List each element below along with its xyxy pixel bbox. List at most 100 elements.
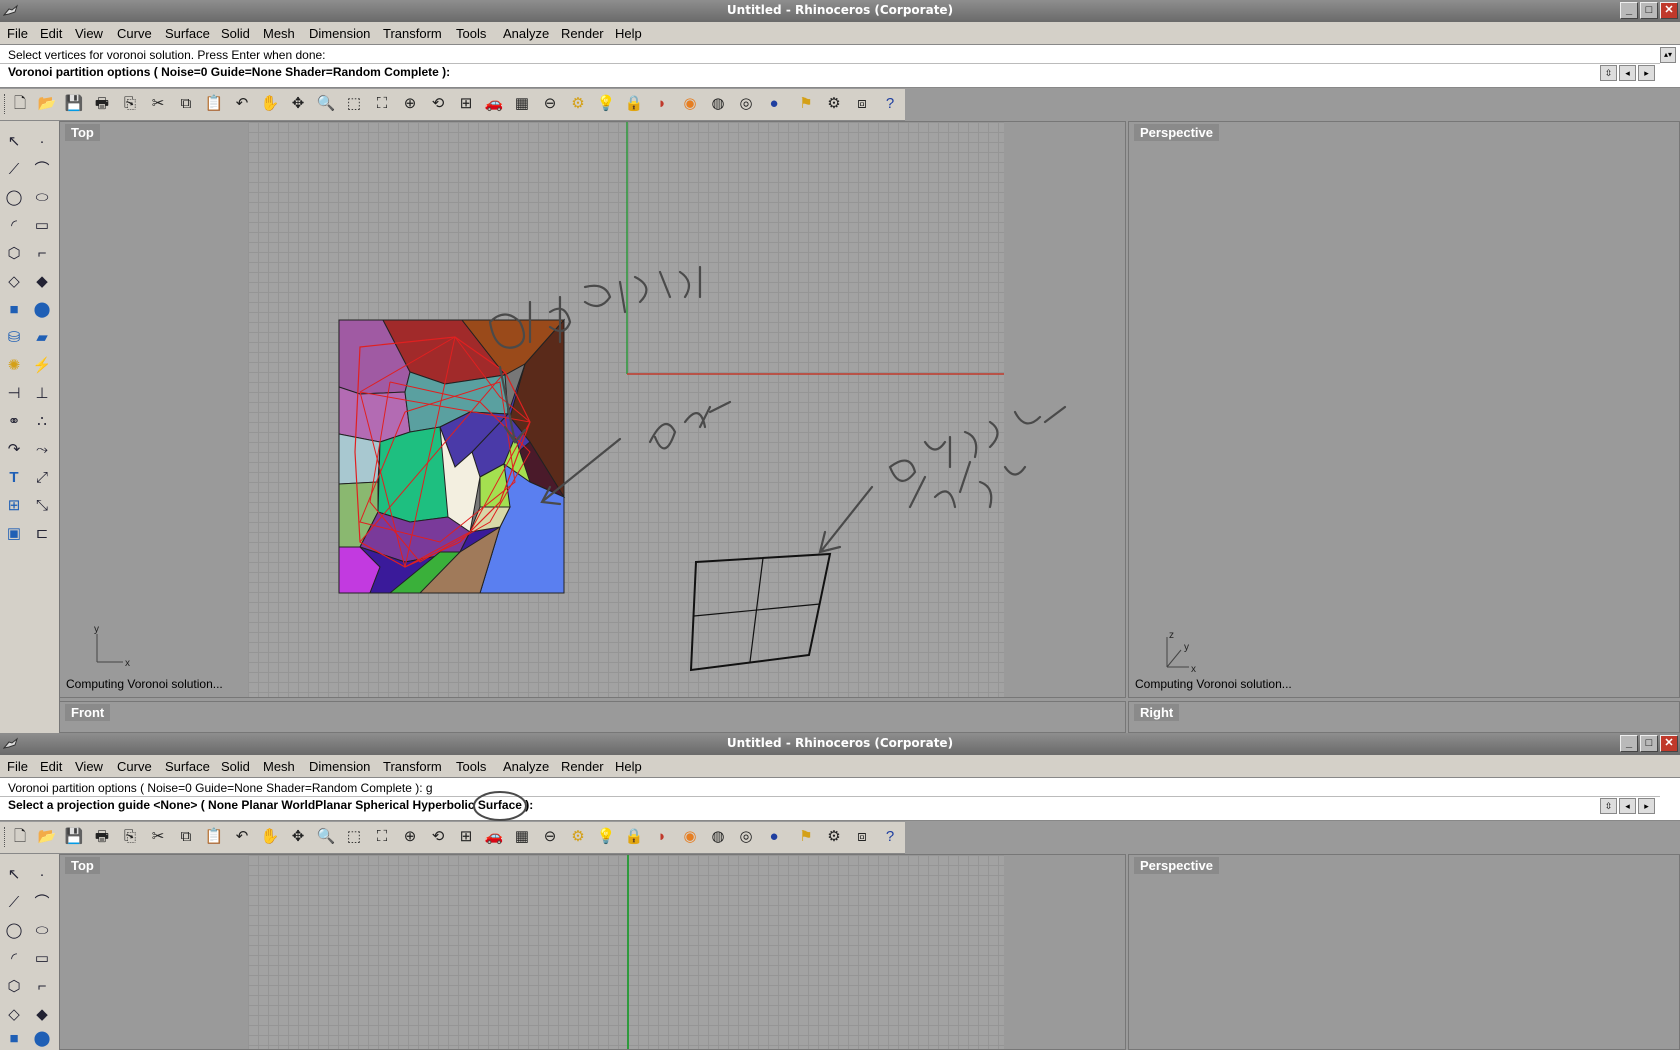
- zoom-selected-icon[interactable]: ⊕: [399, 93, 421, 115]
- command-scroll-button[interactable]: ⇳: [1600, 798, 1617, 814]
- fillet-icon[interactable]: ⌐: [31, 976, 53, 998]
- polyline-icon[interactable]: ⟋: [3, 159, 25, 181]
- rectangle-icon[interactable]: ▭: [31, 215, 53, 237]
- new-icon[interactable]: 🗋: [9, 826, 31, 848]
- point-icon[interactable]: ·: [31, 864, 53, 886]
- viewport-label-right[interactable]: Right: [1134, 704, 1180, 721]
- command-prompt[interactable]: Voronoi partition options ( Noise=0 Guid…: [8, 65, 450, 79]
- osnap-icon[interactable]: ⊖: [539, 826, 561, 848]
- viewport-label-perspective[interactable]: Perspective: [1134, 857, 1219, 874]
- maximize-button[interactable]: □: [1640, 735, 1658, 752]
- arc-icon[interactable]: ◜: [3, 948, 25, 970]
- surface-icon[interactable]: ◇: [3, 1004, 25, 1026]
- lock-icon[interactable]: 🔒: [623, 93, 645, 115]
- scale-icon[interactable]: ⤡: [31, 495, 53, 517]
- pan-icon[interactable]: ✋: [259, 826, 281, 848]
- copy-icon[interactable]: ⧉: [175, 93, 197, 115]
- command-forward-button[interactable]: ▸: [1638, 798, 1655, 814]
- minimize-button[interactable]: _: [1620, 735, 1638, 752]
- menu-file[interactable]: File: [7, 26, 28, 41]
- close-button[interactable]: ✕: [1660, 735, 1678, 752]
- command-forward-button[interactable]: ▸: [1638, 65, 1655, 81]
- menu-transform[interactable]: Transform: [383, 759, 442, 774]
- minimize-button[interactable]: _: [1620, 2, 1638, 19]
- viewport-top[interactable]: Top: [59, 121, 1126, 698]
- plugin-icon[interactable]: ⧈: [851, 826, 873, 848]
- history-scroll-button[interactable]: ▴▾: [1660, 47, 1676, 63]
- rotate-view-icon[interactable]: ✥: [287, 826, 309, 848]
- pan-icon[interactable]: ✋: [259, 93, 281, 115]
- polyline-icon[interactable]: ⟋: [3, 892, 25, 914]
- render-tools-icon[interactable]: ⚡: [31, 355, 53, 377]
- help-icon[interactable]: ?: [879, 93, 901, 115]
- light-tools-icon[interactable]: ✺: [3, 355, 25, 377]
- undo-icon[interactable]: ↶: [231, 93, 253, 115]
- rectangle-icon[interactable]: ▭: [31, 948, 53, 970]
- viewport-right[interactable]: Right: [1128, 701, 1680, 733]
- zoom-selected-icon[interactable]: ⊕: [399, 826, 421, 848]
- circle-icon[interactable]: ◯: [3, 187, 25, 209]
- viewport-perspective[interactable]: Perspective z y x Computing Voronoi solu…: [1128, 121, 1680, 698]
- menu-curve[interactable]: Curve: [117, 26, 152, 41]
- toolbar-grip[interactable]: [4, 827, 8, 847]
- gear-icon[interactable]: ⚙: [823, 93, 845, 115]
- open-icon[interactable]: 📂: [36, 93, 58, 115]
- sphere-icon[interactable]: ◎: [735, 93, 757, 115]
- circle-icon[interactable]: ◯: [3, 920, 25, 942]
- rotate-view-icon[interactable]: ✥: [287, 93, 309, 115]
- menu-analyze[interactable]: Analyze: [503, 759, 549, 774]
- viewport-label-top[interactable]: Top: [65, 857, 100, 874]
- menu-help[interactable]: Help: [615, 26, 642, 41]
- menu-solid[interactable]: Solid: [221, 26, 250, 41]
- viewport-perspective[interactable]: Perspective: [1128, 854, 1680, 1050]
- polygon-icon[interactable]: ⬡: [3, 976, 25, 998]
- render-mesh-icon[interactable]: ◍: [707, 93, 729, 115]
- undo-view-icon[interactable]: ⟲: [427, 93, 449, 115]
- menu-tools[interactable]: Tools: [456, 26, 486, 41]
- group-icon[interactable]: ⊏: [31, 523, 53, 545]
- new-icon[interactable]: 🗋: [9, 93, 31, 115]
- analyze-icon[interactable]: ∴: [31, 411, 53, 433]
- box-edit-icon[interactable]: ▣: [3, 523, 25, 545]
- export-icon[interactable]: ⎘: [119, 93, 141, 115]
- ellipse-icon[interactable]: ⬭: [31, 187, 53, 209]
- close-button[interactable]: ✕: [1660, 2, 1678, 19]
- color-icon[interactable]: ◉: [679, 93, 701, 115]
- menu-help[interactable]: Help: [615, 759, 642, 774]
- export-icon[interactable]: ⎘: [119, 826, 141, 848]
- extend-icon[interactable]: ↷: [3, 439, 25, 461]
- menu-render[interactable]: Render: [561, 759, 604, 774]
- save-icon[interactable]: 💾: [63, 93, 85, 115]
- print-icon[interactable]: 🖶: [91, 93, 113, 115]
- menu-solid[interactable]: Solid: [221, 759, 250, 774]
- surface-tools-icon[interactable]: ◆: [31, 271, 53, 293]
- offset-icon[interactable]: ⤳: [31, 439, 53, 461]
- viewport-top[interactable]: Top: [59, 854, 1126, 1050]
- layer-icon[interactable]: ▦: [511, 826, 533, 848]
- menu-surface[interactable]: Surface: [165, 759, 210, 774]
- menu-view[interactable]: View: [75, 26, 103, 41]
- zoom-icon[interactable]: 🔍: [315, 93, 337, 115]
- cut-icon[interactable]: ✂: [147, 826, 169, 848]
- menu-dimension[interactable]: Dimension: [309, 26, 370, 41]
- four-view-icon[interactable]: ⊞: [455, 93, 477, 115]
- print-icon[interactable]: 🖶: [91, 826, 113, 848]
- menu-curve[interactable]: Curve: [117, 759, 152, 774]
- layer-icon[interactable]: ▦: [511, 93, 533, 115]
- curve-tools-icon[interactable]: ⌒: [31, 159, 53, 181]
- mesh-icon[interactable]: ▰: [31, 327, 53, 349]
- viewport-front[interactable]: Front: [59, 701, 1126, 733]
- point-icon[interactable]: ·: [31, 131, 53, 153]
- zoom-extents-icon[interactable]: ⛶: [371, 93, 393, 115]
- lock-icon[interactable]: 🔒: [623, 826, 645, 848]
- ball-icon[interactable]: ●: [763, 93, 785, 115]
- cylinder-icon[interactable]: ⛁: [3, 327, 25, 349]
- color-icon[interactable]: ◉: [679, 826, 701, 848]
- maximize-button[interactable]: □: [1640, 2, 1658, 19]
- help-icon[interactable]: ?: [879, 826, 901, 848]
- car-icon[interactable]: 🚗: [483, 826, 505, 848]
- array-icon[interactable]: ⊞: [3, 495, 25, 517]
- select-icon[interactable]: ↖: [3, 131, 25, 153]
- box-icon[interactable]: ■: [3, 1028, 25, 1050]
- voronoi-partition[interactable]: [338, 318, 566, 594]
